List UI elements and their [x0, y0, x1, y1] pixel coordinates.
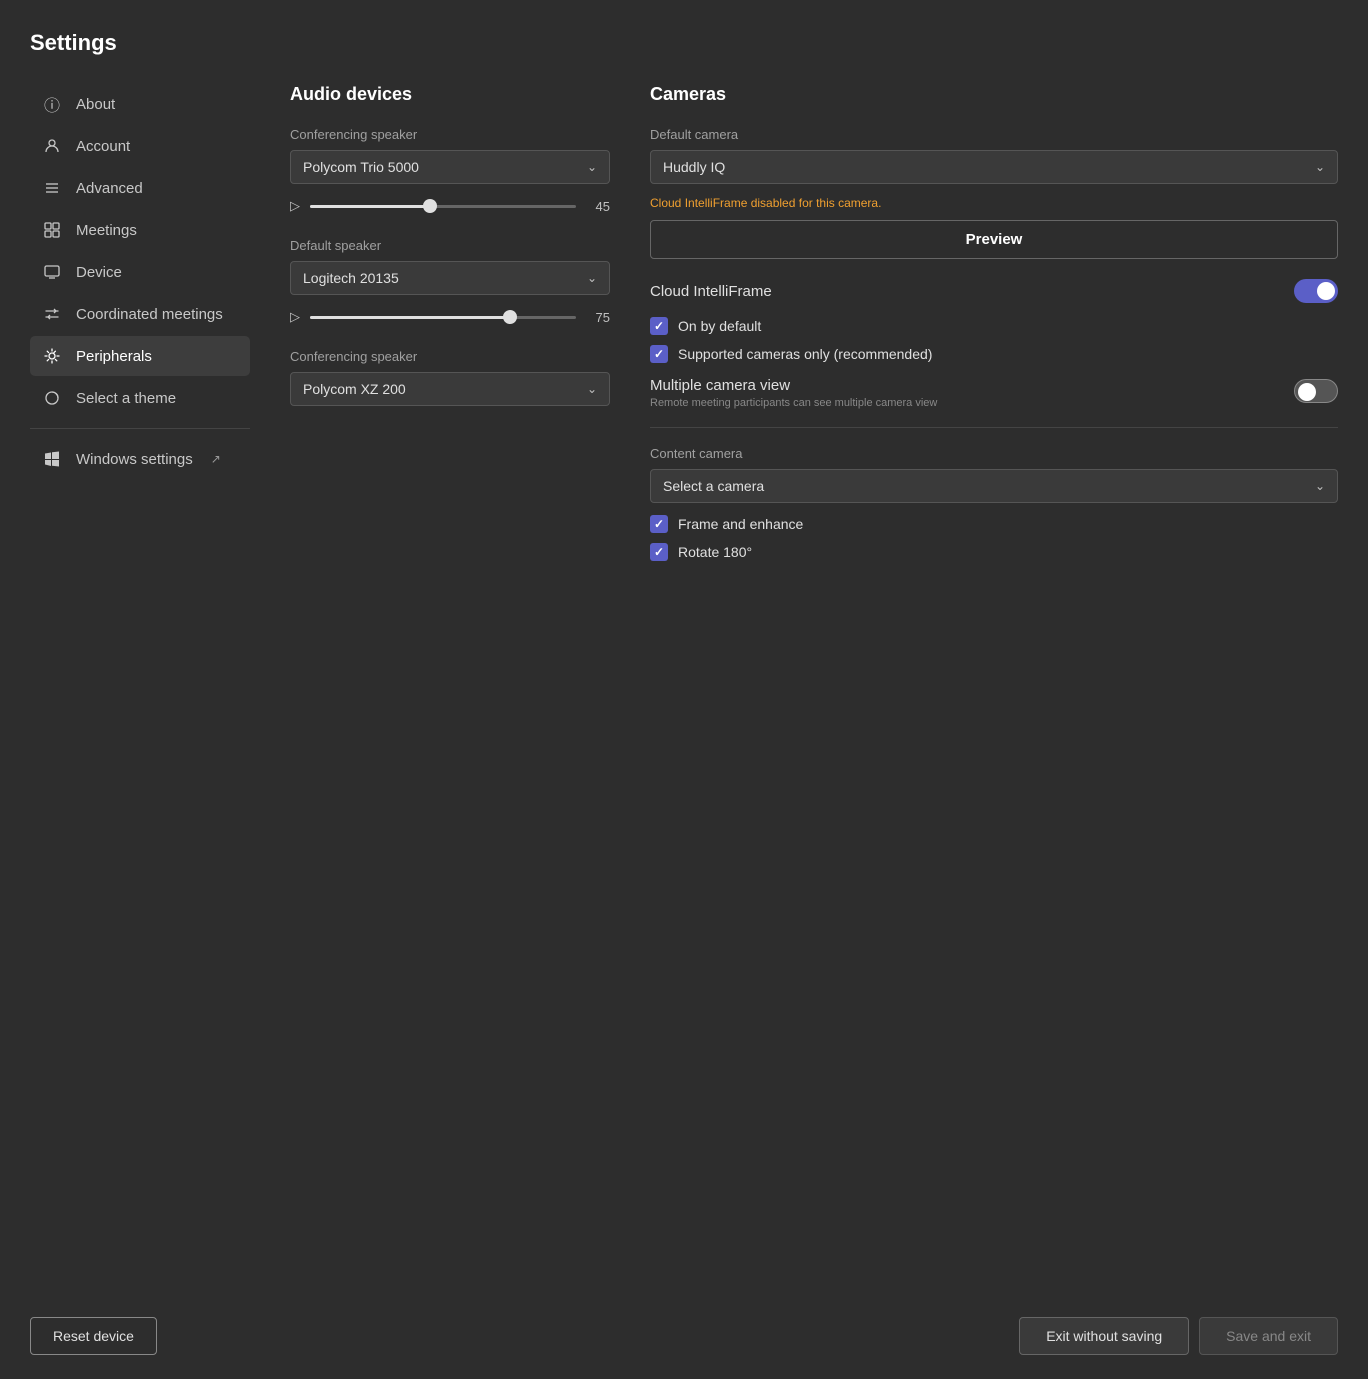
supported-cameras-row: ✓ Supported cameras only (recommended) [650, 345, 1338, 363]
preview-button[interactable]: Preview [650, 220, 1338, 259]
peripherals-icon [42, 346, 62, 366]
checkmark-icon: ✓ [654, 319, 664, 333]
on-by-default-label: On by default [678, 318, 761, 334]
mic-dropdown[interactable]: Polycom XZ 200 ⌄ [290, 372, 610, 406]
audio-section-title: Audio devices [290, 84, 610, 105]
external-link-icon: ↗ [211, 452, 221, 466]
default-speaker-value: Logitech 20135 [303, 270, 399, 286]
sidebar-item-about[interactable]: ⓘ About [30, 84, 250, 124]
rotate-label: Rotate 180° [678, 544, 752, 560]
multiple-camera-row: Multiple camera view Remote meeting part… [650, 377, 1338, 409]
sidebar-item-device[interactable]: Device [30, 252, 250, 292]
advanced-icon [42, 178, 62, 198]
audio-section: Audio devices Conferencing speaker Polyc… [290, 84, 610, 1293]
multiple-camera-subtitle: Remote meeting participants can see mult… [650, 397, 1282, 409]
bottom-right-buttons: Exit without saving Save and exit [1019, 1317, 1338, 1355]
sidebar-item-peripherals[interactable]: Peripherals [30, 336, 250, 376]
default-camera-label: Default camera [650, 127, 1338, 142]
rotate-row: ✓ Rotate 180° [650, 543, 1338, 561]
main-content: Audio devices Conferencing speaker Polyc… [260, 84, 1338, 1293]
checkmark-icon-4: ✓ [654, 545, 664, 559]
multiple-camera-label: Multiple camera view [650, 377, 1282, 394]
bottom-bar: Reset device Exit without saving Save an… [0, 1293, 1368, 1379]
sidebar-item-coordinated-meetings[interactable]: Coordinated meetings [30, 294, 250, 334]
cameras-section-title: Cameras [650, 84, 1338, 105]
cloud-intelframe-warning: Cloud IntelliFrame disabled for this cam… [650, 196, 1338, 210]
account-icon [42, 136, 62, 156]
chevron-down-icon-2: ⌄ [587, 271, 597, 285]
content-camera-dropdown[interactable]: Select a camera ⌄ [650, 469, 1338, 503]
cloud-intelframe-toggle-row: Cloud IntelliFrame [650, 279, 1338, 303]
theme-icon [42, 388, 62, 408]
supported-cameras-label: Supported cameras only (recommended) [678, 346, 932, 362]
coordinated-icon [42, 304, 62, 324]
sidebar: ⓘ About Account Advanced Meetings [30, 84, 260, 1293]
default-speaker-slider[interactable] [310, 307, 576, 327]
sidebar-item-select-theme[interactable]: Select a theme [30, 378, 250, 418]
chevron-down-icon-5: ⌄ [1315, 479, 1325, 493]
sidebar-item-advanced[interactable]: Advanced [30, 168, 250, 208]
sidebar-item-account[interactable]: Account [30, 126, 250, 166]
cloud-intelframe-toggle[interactable] [1294, 279, 1338, 303]
conferencing-speaker-value: Polycom Trio 5000 [303, 159, 419, 175]
info-icon: ⓘ [42, 94, 62, 114]
frame-enhance-checkbox[interactable]: ✓ [650, 515, 668, 533]
sidebar-item-meetings[interactable]: Meetings [30, 210, 250, 250]
chevron-down-icon: ⌄ [587, 160, 597, 174]
supported-cameras-checkbox[interactable]: ✓ [650, 345, 668, 363]
conferencing-speaker-label: Conferencing speaker [290, 127, 610, 142]
default-speaker-volume-value: 75 [586, 310, 610, 325]
cameras-section: Cameras Default camera Huddly IQ ⌄ Cloud… [650, 84, 1338, 1293]
content-camera-label: Content camera [650, 446, 1338, 461]
mic-value: Polycom XZ 200 [303, 381, 406, 397]
save-and-exit-button[interactable]: Save and exit [1199, 1317, 1338, 1355]
conferencing-speaker-slider[interactable] [310, 196, 576, 216]
device-icon [42, 262, 62, 282]
meetings-icon [42, 220, 62, 240]
mic-label: Conferencing speaker [290, 349, 610, 364]
default-speaker-label: Default speaker [290, 238, 610, 253]
on-by-default-row: ✓ On by default [650, 317, 1338, 335]
checkmark-icon-3: ✓ [654, 517, 664, 531]
conferencing-speaker-volume-value: 45 [586, 199, 610, 214]
windows-icon [42, 449, 62, 469]
conferencing-speaker-volume-row: ▷ 45 [290, 196, 610, 216]
conferencing-speaker-dropdown[interactable]: Polycom Trio 5000 ⌄ [290, 150, 610, 184]
default-camera-dropdown[interactable]: Huddly IQ ⌄ [650, 150, 1338, 184]
cloud-intelframe-label: Cloud IntelliFrame [650, 283, 772, 300]
default-camera-value: Huddly IQ [663, 159, 725, 175]
play-icon-2[interactable]: ▷ [290, 309, 300, 325]
frame-enhance-label: Frame and enhance [678, 516, 803, 532]
default-speaker-volume-row: ▷ 75 [290, 307, 610, 327]
play-icon[interactable]: ▷ [290, 198, 300, 214]
exit-without-saving-button[interactable]: Exit without saving [1019, 1317, 1189, 1355]
multiple-camera-toggle[interactable] [1294, 379, 1338, 403]
checkmark-icon-2: ✓ [654, 347, 664, 361]
sidebar-item-windows-settings[interactable]: Windows settings ↗ [30, 439, 250, 479]
default-speaker-dropdown[interactable]: Logitech 20135 ⌄ [290, 261, 610, 295]
page-title: Settings [30, 30, 1338, 56]
content-camera-value: Select a camera [663, 478, 764, 494]
chevron-down-icon-4: ⌄ [1315, 160, 1325, 174]
frame-enhance-row: ✓ Frame and enhance [650, 515, 1338, 533]
on-by-default-checkbox[interactable]: ✓ [650, 317, 668, 335]
reset-device-button[interactable]: Reset device [30, 1317, 157, 1355]
chevron-down-icon-3: ⌄ [587, 382, 597, 396]
rotate-checkbox[interactable]: ✓ [650, 543, 668, 561]
